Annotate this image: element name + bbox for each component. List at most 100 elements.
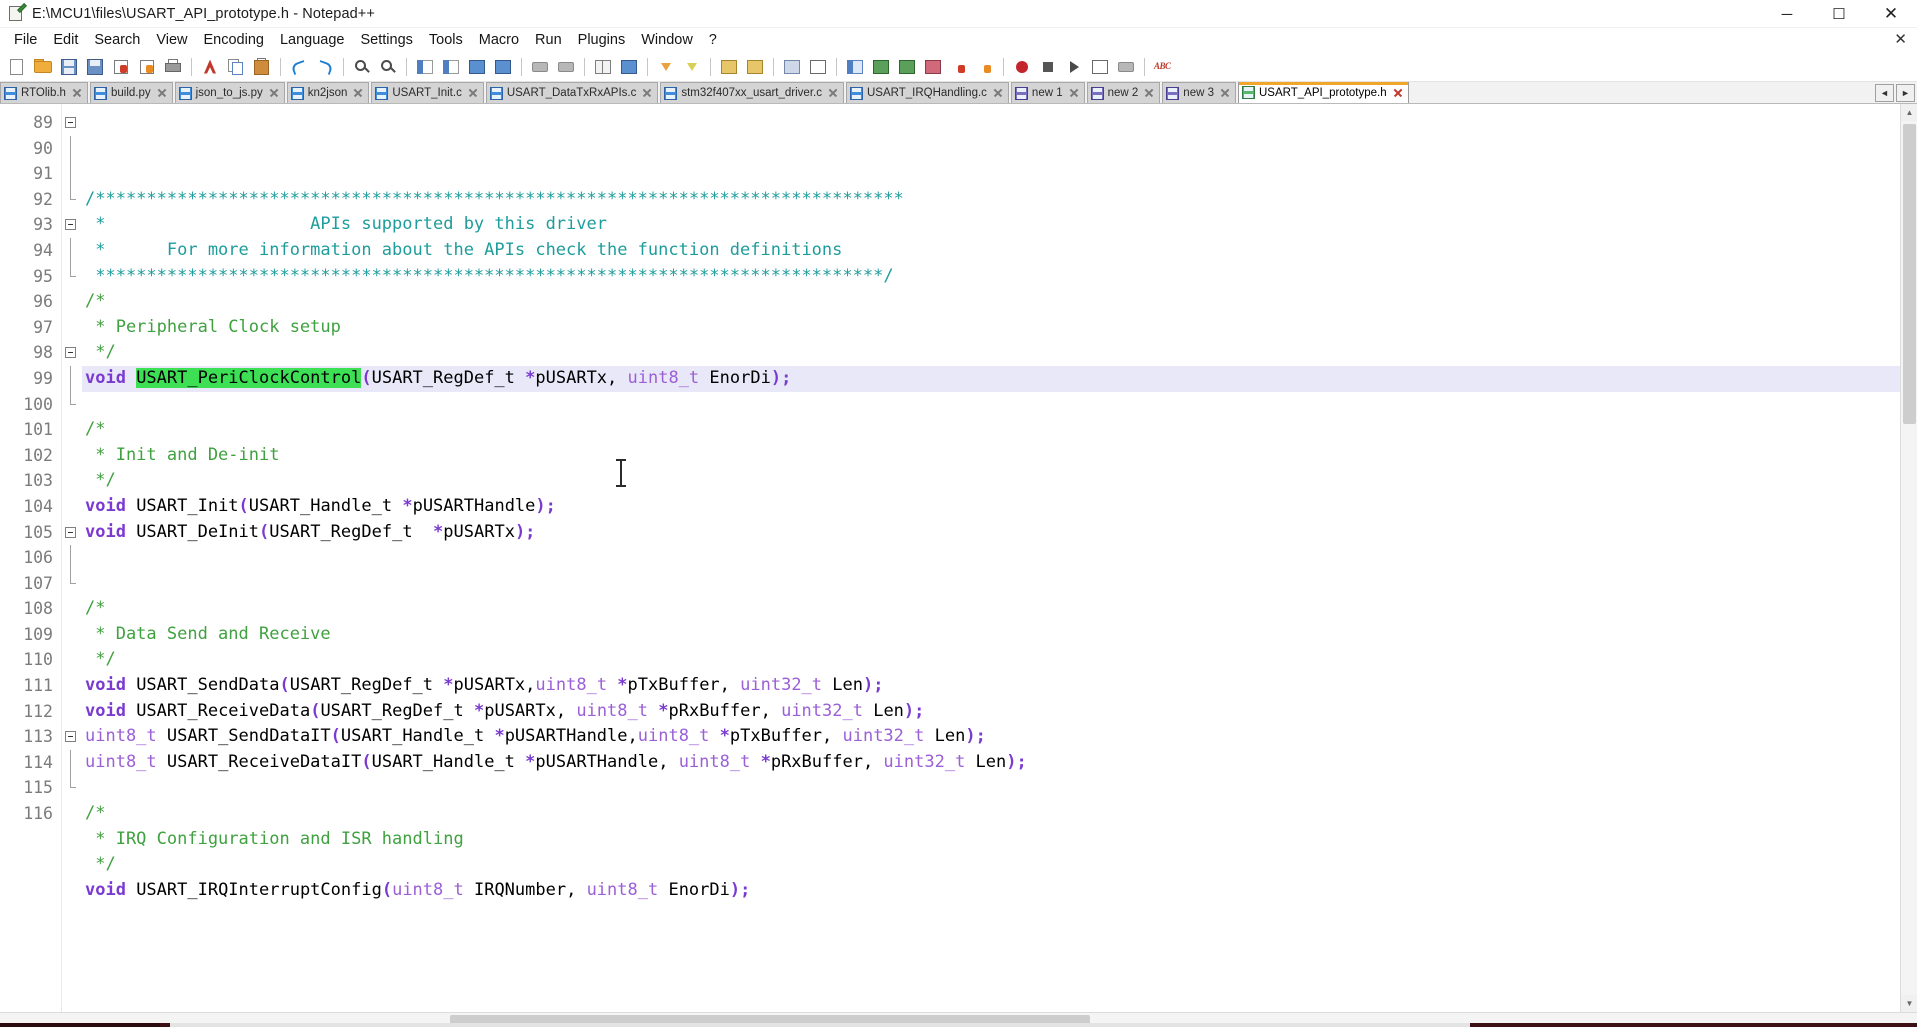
tab-json-to-js-py[interactable]: json_to_js.py xyxy=(174,82,285,103)
menu-window[interactable]: Window xyxy=(633,30,701,50)
menu-plugins[interactable]: Plugins xyxy=(570,30,634,50)
zoom-out-icon[interactable] xyxy=(440,56,462,78)
maximize-button[interactable]: ☐ xyxy=(1813,0,1865,28)
close-icon[interactable] xyxy=(1143,87,1155,99)
code-line[interactable]: uint8_t USART_SendDataIT(USART_Handle_t … xyxy=(82,724,1917,750)
fold-collapse-icon[interactable] xyxy=(62,110,82,136)
close-icon[interactable] xyxy=(827,87,839,99)
save-macro-icon[interactable] xyxy=(1115,56,1137,78)
menu-edit[interactable]: Edit xyxy=(45,30,86,50)
menu-search[interactable]: Search xyxy=(86,30,148,50)
tab-kn2json[interactable]: kn2json xyxy=(286,82,370,103)
close-icon[interactable] xyxy=(992,87,1004,99)
menu-tools[interactable]: Tools xyxy=(421,30,471,50)
close-icon[interactable] xyxy=(641,87,653,99)
close-icon[interactable] xyxy=(268,87,280,99)
copy-icon[interactable] xyxy=(225,56,247,78)
vertical-scrollbar[interactable]: ▲ ▼ xyxy=(1900,104,1917,1012)
close-icon[interactable] xyxy=(71,87,83,99)
tab-usart-datatxrxapis-c[interactable]: USART_DataTxRxAPIs.c xyxy=(485,82,659,103)
code-line[interactable]: */ xyxy=(82,852,1917,878)
tab-usart-init-c[interactable]: USART_Init.c xyxy=(371,82,484,103)
close-all-icon[interactable] xyxy=(136,56,158,78)
replace-icon[interactable] xyxy=(377,56,399,78)
code-line[interactable]: * APIs supported by this driver xyxy=(82,212,1917,238)
code-line[interactable]: * Init and De-init xyxy=(82,443,1917,469)
code-line[interactable]: /* xyxy=(82,289,1917,315)
paste-icon[interactable] xyxy=(251,56,273,78)
tab-stm32f407xx-usart-driver-c[interactable]: stm32f407xx_usart_driver.c xyxy=(660,82,844,103)
code-line[interactable]: void USART_SendData(USART_RegDef_t *pUSA… xyxy=(82,673,1917,699)
zoom-in-icon[interactable] xyxy=(414,56,436,78)
indent-guide-icon[interactable] xyxy=(592,56,614,78)
print-icon[interactable] xyxy=(162,56,184,78)
fold-end-marker[interactable] xyxy=(62,775,82,801)
fold-line[interactable] xyxy=(62,749,82,776)
comment-icon[interactable] xyxy=(922,56,944,78)
close-document-button[interactable]: ✕ xyxy=(1894,30,1907,48)
fold-end-marker[interactable] xyxy=(62,263,82,290)
code-line[interactable]: /* xyxy=(82,417,1917,443)
cut-icon[interactable] xyxy=(199,56,221,78)
user-defined-dialog-icon[interactable] xyxy=(618,56,640,78)
code-line[interactable] xyxy=(82,775,1917,801)
code-line[interactable]: */ xyxy=(82,340,1917,366)
collapse-all-folds-icon[interactable] xyxy=(681,56,703,78)
code-line[interactable]: void USART_PeriClockControl(USART_RegDef… xyxy=(82,365,1917,392)
close-icon[interactable] xyxy=(352,87,364,99)
code-line[interactable]: /* xyxy=(82,596,1917,622)
minimize-button[interactable]: ─ xyxy=(1761,0,1813,28)
fold-end-marker[interactable] xyxy=(62,186,82,213)
fold-line[interactable] xyxy=(62,545,82,571)
editor-area[interactable]: 89 90 91 92 93 94 95 96 97 98 99 100 101 102 103 104 105… xyxy=(0,104,1917,1012)
menu-encoding[interactable]: Encoding xyxy=(196,30,272,50)
fold-end-marker[interactable] xyxy=(62,391,82,418)
spell-check-icon[interactable]: ABC xyxy=(1152,56,1174,78)
vertical-scroll-thumb[interactable] xyxy=(1903,124,1916,424)
menu-view[interactable]: View xyxy=(148,30,195,50)
playback-macro-icon[interactable] xyxy=(1063,56,1085,78)
code-line[interactable]: * IRQ Configuration and ISR handling xyxy=(82,827,1917,853)
folder-as-workspace-icon[interactable] xyxy=(781,56,803,78)
code-line[interactable] xyxy=(82,392,1917,418)
code-line[interactable]: * Peripheral Clock setup xyxy=(82,315,1917,341)
new-file-icon[interactable] xyxy=(6,56,28,78)
close-file-icon[interactable] xyxy=(110,56,132,78)
code-line[interactable]: * Data Send and Receive xyxy=(82,622,1917,648)
close-icon[interactable] xyxy=(467,87,479,99)
close-icon[interactable] xyxy=(1392,87,1404,99)
stop-macro-icon[interactable] xyxy=(1037,56,1059,78)
find-icon[interactable] xyxy=(351,56,373,78)
orange-arrow-icon[interactable] xyxy=(974,56,996,78)
open-file-icon[interactable] xyxy=(32,56,54,78)
menu-settings[interactable]: Settings xyxy=(352,30,420,50)
tab-build-py[interactable]: build.py xyxy=(89,82,173,103)
fold-line[interactable] xyxy=(62,161,82,187)
tab-rtolib-h[interactable]: RTOlib.h xyxy=(0,82,88,103)
menu-language[interactable]: Language xyxy=(272,30,353,50)
picture-icon[interactable] xyxy=(896,56,918,78)
scroll-up-icon[interactable]: ▲ xyxy=(1901,104,1917,121)
red-bar-icon[interactable] xyxy=(948,56,970,78)
code-line[interactable]: */ xyxy=(82,647,1917,673)
tab-scroll-left-icon[interactable]: ◄ xyxy=(1875,84,1894,102)
code-line[interactable]: uint8_t USART_ReceiveDataIT(USART_Handle… xyxy=(82,750,1917,776)
code-line[interactable]: void USART_Init(USART_Handle_t *pUSARTHa… xyxy=(82,494,1917,520)
tab-usart-irqhandling-c[interactable]: USART_IRQHandling.c xyxy=(845,82,1009,103)
monitoring-icon[interactable] xyxy=(807,56,829,78)
scroll-down-icon[interactable]: ▼ xyxy=(1901,995,1917,1012)
function-list-icon[interactable] xyxy=(744,56,766,78)
code-line[interactable]: /***************************************… xyxy=(82,187,1917,213)
fold-end-marker[interactable] xyxy=(62,570,82,597)
show-document-map-icon[interactable] xyxy=(718,56,740,78)
code-folding-margin[interactable] xyxy=(62,104,82,1012)
tab-scroll-right-icon[interactable]: ► xyxy=(1896,84,1915,102)
code-line[interactable]: * For more information about the APIs ch… xyxy=(82,238,1917,264)
code-line[interactable]: ****************************************… xyxy=(82,264,1917,290)
code-line[interactable]: void USART_DeInit(USART_RegDef_t *pUSART… xyxy=(82,520,1917,546)
fold-line[interactable] xyxy=(62,237,82,264)
code-line[interactable]: /* xyxy=(82,801,1917,827)
close-icon[interactable] xyxy=(1068,87,1080,99)
fold-collapse-icon[interactable] xyxy=(62,724,82,750)
code-line[interactable]: void USART_IRQInterruptConfig(uint8_t IR… xyxy=(82,878,1917,904)
